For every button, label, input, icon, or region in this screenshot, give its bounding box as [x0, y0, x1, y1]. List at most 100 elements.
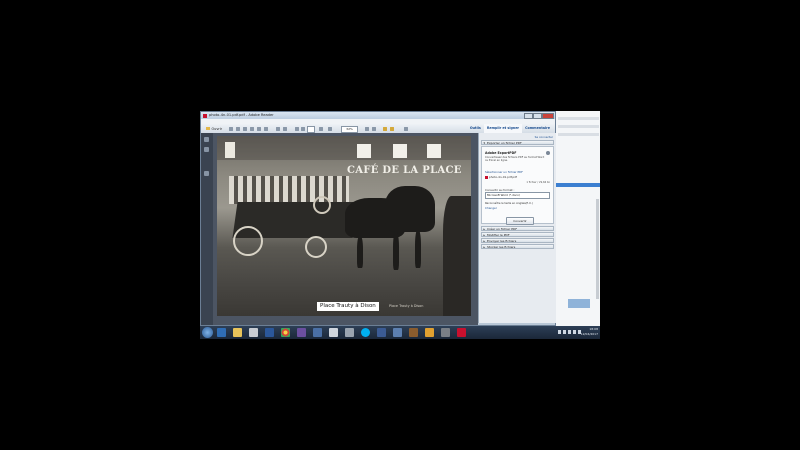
chrome-icon[interactable]: [281, 328, 290, 337]
page-thumbnails-icon[interactable]: [204, 137, 209, 142]
title-bar[interactable]: photo-4n-01.pdf.pdf - Adobe Reader: [201, 112, 555, 119]
selected-file: photo-4n-01.pdf.pdf: [485, 175, 517, 179]
full-screen-icon[interactable]: [372, 126, 376, 131]
store-files-section[interactable]: Stocker les fichiers: [481, 244, 554, 250]
print-icon[interactable]: [250, 126, 254, 131]
minimize-button[interactable]: [524, 112, 533, 119]
next-page-icon[interactable]: [301, 126, 305, 131]
page-number-input[interactable]: [307, 126, 315, 133]
skype-icon[interactable]: [361, 328, 370, 337]
explorer-icon[interactable]: [233, 328, 242, 337]
open-button[interactable]: Ouvrir: [204, 126, 224, 132]
sign-icon[interactable]: [404, 126, 408, 131]
tab-comment[interactable]: Commentaire: [522, 124, 553, 133]
save-icon[interactable]: [243, 126, 247, 131]
system-tray-icons[interactable]: [558, 330, 582, 334]
background-app-selected-row[interactable]: [556, 183, 600, 187]
taskbar: 18:08 12/04/2017: [200, 326, 600, 339]
background-app-toolbar: [558, 117, 599, 120]
photo-horse-leg: [393, 232, 399, 270]
navigation-pane: [201, 133, 213, 325]
export-description: Convertissez des fichiers PDF au format …: [485, 156, 545, 163]
zoom-in-icon[interactable]: [328, 126, 332, 131]
highlight-icon[interactable]: [383, 126, 387, 131]
photo-wreath: [313, 196, 331, 214]
photo-figure-foreground: [443, 196, 471, 316]
zoom-out-icon[interactable]: [319, 126, 323, 131]
photo-wheel: [233, 226, 263, 256]
ocr-language-text: Reconnaître le texte en Anglais(E.U.): [485, 202, 533, 205]
settings-icon[interactable]: [546, 151, 550, 155]
previous-page-icon[interactable]: [295, 126, 299, 131]
signatures-icon[interactable]: [204, 171, 209, 176]
format-select[interactable]: Microsoft Word (*.docx): [485, 192, 550, 199]
acrobat-window: photo-4n-01.pdf.pdf - Adobe Reader Fichi…: [200, 111, 556, 326]
create-pdf-icon[interactable]: [229, 126, 233, 131]
comment-icon[interactable]: [264, 126, 268, 131]
photo-window: [357, 144, 371, 158]
photo-caption: Place Trauty à Dison: [317, 302, 379, 311]
email-icon[interactable]: [257, 126, 261, 131]
document-photo: CAFÉ DE LA PLACE Place Trauty à Dison Pl…: [217, 136, 471, 316]
adobe-reader-taskbar-icon[interactable]: [457, 328, 466, 337]
photo-crowd: [229, 176, 349, 204]
photo-wheel: [305, 236, 327, 258]
task-tabs: Outils Remplir et signer Commentaire: [467, 124, 553, 133]
create-pdf-section[interactable]: Créer un fichier PDF: [481, 226, 554, 232]
sticky-note-icon[interactable]: [390, 126, 394, 131]
program-icon[interactable]: [249, 328, 258, 337]
photo-horse-leg: [357, 236, 363, 268]
tab-tools[interactable]: Outils: [467, 124, 484, 133]
change-language-link[interactable]: Changer: [485, 206, 497, 210]
close-button[interactable]: [542, 112, 554, 119]
export-pdf-header[interactable]: Exporter un fichier PDF: [481, 140, 554, 146]
adobe-reader-icon: [203, 113, 207, 118]
file-meta: 1 fichier / 29,66 Ko: [526, 181, 550, 184]
clock-date: 12/04/2017: [580, 331, 598, 336]
program-icon[interactable]: [313, 328, 322, 337]
zoom-level[interactable]: 32%: [341, 126, 358, 133]
convert-button[interactable]: Convertir: [506, 217, 534, 225]
print-icon[interactable]: [276, 126, 280, 131]
outlook-icon[interactable]: [217, 328, 226, 337]
document-area[interactable]: CAFÉ DE LA PLACE Place Trauty à Dison Pl…: [213, 133, 478, 325]
tab-fill-sign[interactable]: Remplir et signer: [483, 124, 523, 133]
background-app-row: [558, 125, 599, 128]
word-icon[interactable]: [265, 328, 274, 337]
export-service-title: Adobe ExportPDF: [485, 151, 517, 155]
sign-in-link[interactable]: Se connecter: [535, 135, 553, 139]
desktop-screen: photo-4n-01.pdf.pdf - Adobe Reader Fichi…: [200, 111, 600, 339]
program-icon[interactable]: [377, 328, 386, 337]
tools-pane: Se connecter Exporter un fichier PDF Ado…: [478, 133, 556, 323]
background-app-thumbnails[interactable]: [568, 299, 590, 308]
photo-window: [393, 144, 407, 158]
export-pdf-panel: Adobe ExportPDF Convertissez des fichier…: [481, 146, 554, 225]
background-app-window[interactable]: [555, 111, 600, 326]
background-app-scrollbar[interactable]: [596, 199, 599, 299]
folder-icon[interactable]: [425, 328, 434, 337]
clock[interactable]: 18:08 12/04/2017: [581, 327, 598, 336]
program-icon[interactable]: [441, 328, 450, 337]
program-icon[interactable]: [393, 328, 402, 337]
program-icon[interactable]: [409, 328, 418, 337]
fit-width-icon[interactable]: [365, 126, 369, 131]
photo-horse-leg: [415, 230, 421, 268]
send-files-section[interactable]: Envoyer les fichiers: [481, 238, 554, 244]
edit-pdf-section[interactable]: Modifier le PDF: [481, 232, 554, 238]
photo-subcaption: Place Trauty à Dison: [389, 304, 424, 308]
program-icon[interactable]: [329, 328, 338, 337]
attachments-icon[interactable]: [204, 147, 209, 152]
photo-window: [225, 142, 235, 158]
background-app-row: [558, 133, 599, 136]
program-icon[interactable]: [297, 328, 306, 337]
photo-window: [427, 144, 441, 158]
edit-icon[interactable]: [236, 126, 240, 131]
window-title: photo-4n-01.pdf.pdf - Adobe Reader: [209, 113, 274, 117]
start-button[interactable]: [202, 327, 213, 338]
select-pdf-link[interactable]: Sélectionner un fichier PDF: [485, 170, 523, 174]
photo-horse: [385, 186, 435, 232]
program-icon[interactable]: [345, 328, 354, 337]
cafe-sign-text: CAFÉ DE LA PLACE: [347, 165, 462, 176]
fit-page-icon[interactable]: [283, 126, 287, 131]
maximize-button[interactable]: [533, 112, 542, 119]
